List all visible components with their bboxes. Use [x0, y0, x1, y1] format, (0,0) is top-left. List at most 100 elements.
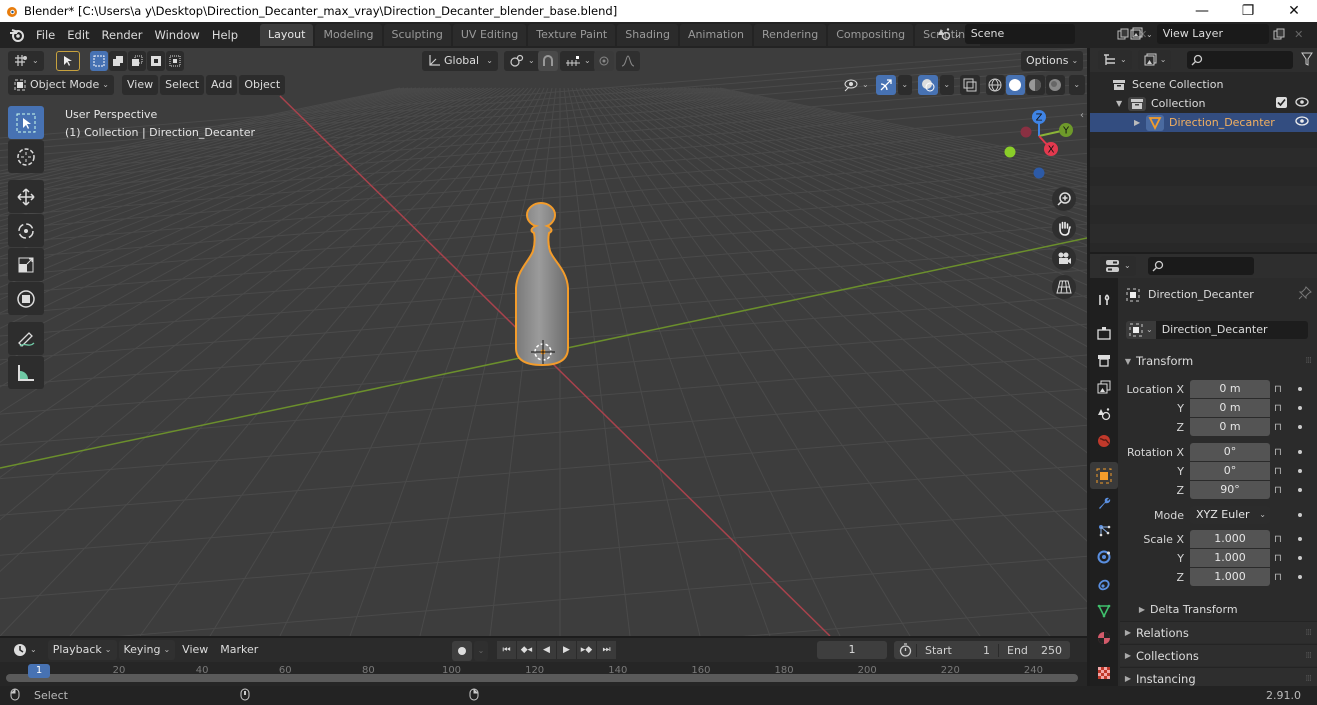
- tab-compositing[interactable]: Compositing: [828, 24, 914, 46]
- new-view-layer-icon[interactable]: [1269, 24, 1289, 44]
- perspective-toggle-button[interactable]: [1052, 275, 1076, 299]
- proportional-falloff-dropdown[interactable]: [616, 51, 640, 71]
- object-browse-button[interactable]: ⌄: [1126, 321, 1156, 339]
- menu-render[interactable]: Render: [96, 25, 149, 45]
- start-frame-field[interactable]: Start 1: [916, 643, 998, 657]
- shading-material-button[interactable]: [1025, 75, 1045, 95]
- zoom-view-button[interactable]: [1052, 187, 1076, 211]
- expand-triangle-icon[interactable]: ▶: [1134, 118, 1146, 127]
- gizmo-toggle[interactable]: [875, 75, 896, 95]
- drag-grip-icon[interactable]: ⁞⁞⁞: [1305, 674, 1312, 684]
- view-layer-name-field[interactable]: View Layer: [1156, 24, 1269, 44]
- select-tool-button[interactable]: [55, 51, 80, 71]
- tab-object[interactable]: [1090, 462, 1118, 489]
- delta-transform-subpanel[interactable]: ▶ Delta Transform: [1120, 598, 1317, 620]
- gizmo-neg-x[interactable]: [1020, 126, 1032, 138]
- menu-file[interactable]: File: [30, 25, 61, 45]
- tool-scale[interactable]: [8, 248, 44, 281]
- tool-annotate[interactable]: [8, 322, 44, 355]
- delete-view-layer-icon[interactable]: ✕: [1289, 24, 1309, 44]
- pin-icon[interactable]: [1298, 286, 1312, 303]
- keyframe-dot[interactable]: [1298, 425, 1302, 429]
- chevron-down-icon[interactable]: ⌄: [1146, 30, 1153, 39]
- menu-edit[interactable]: Edit: [61, 25, 95, 45]
- overlays-dropdown[interactable]: ⌄: [939, 75, 954, 95]
- chevron-down-icon[interactable]: ⌄: [954, 30, 961, 39]
- rotation-x-field[interactable]: 0°: [1190, 443, 1270, 461]
- select-subtract-button[interactable]: [127, 51, 146, 71]
- pivot-point-dropdown[interactable]: ⌄: [504, 51, 540, 71]
- timeline-editor-type[interactable]: ⌄: [8, 640, 42, 660]
- collections-panel-header[interactable]: ▶ Collections ⁞⁞⁞: [1120, 644, 1317, 666]
- relations-panel-header[interactable]: ▶ Relations ⁞⁞⁞: [1120, 621, 1317, 643]
- keyframe-dot[interactable]: [1298, 387, 1302, 391]
- tab-rendering[interactable]: Rendering: [754, 24, 827, 46]
- play-button[interactable]: ▶: [557, 641, 576, 659]
- auto-keying-dropdown[interactable]: ⌄: [474, 641, 488, 661]
- rotation-mode-dropdown[interactable]: XYZ Euler ⌄: [1190, 506, 1270, 524]
- tab-modifiers[interactable]: [1090, 489, 1118, 516]
- gizmo-dropdown[interactable]: ⌄: [897, 75, 912, 95]
- display-mode-dropdown[interactable]: ⌄: [1137, 50, 1172, 70]
- lock-icon[interactable]: ⊓: [1274, 553, 1290, 564]
- tab-particles[interactable]: [1090, 516, 1118, 543]
- viewport-menu-object[interactable]: Object: [239, 75, 286, 95]
- 3d-viewport[interactable]: ⌄ Global ⌄ ⌄ ⌄ Options ⌄ Object Mode ⌄ V…: [0, 48, 1087, 636]
- location-z-field[interactable]: 0 m: [1190, 418, 1270, 436]
- keyframe-dot[interactable]: [1298, 513, 1302, 517]
- tool-cursor[interactable]: [8, 140, 44, 173]
- keying-menu[interactable]: Keying ⌄: [118, 640, 176, 660]
- tab-world[interactable]: [1090, 427, 1118, 454]
- shading-dropdown[interactable]: ⌄: [1068, 75, 1085, 95]
- tab-scene[interactable]: [1090, 400, 1118, 427]
- keyframe-dot[interactable]: [1298, 537, 1302, 541]
- outliner-scene-collection[interactable]: Scene Collection: [1090, 75, 1317, 94]
- tab-material[interactable]: [1090, 624, 1118, 651]
- tab-render[interactable]: [1090, 319, 1118, 346]
- playback-menu[interactable]: Playback ⌄: [47, 640, 117, 660]
- scene-name-field[interactable]: Scene: [964, 24, 1075, 44]
- transform-panel-header[interactable]: ▼ Transform ⁞⁞⁞: [1120, 350, 1317, 372]
- shading-solid-button[interactable]: [1005, 75, 1025, 95]
- tab-texture[interactable]: [1090, 659, 1118, 686]
- tab-constraints[interactable]: [1090, 570, 1118, 597]
- scene-icon[interactable]: [934, 24, 954, 44]
- sidebar-toggle-icon[interactable]: ‹: [1080, 110, 1084, 121]
- scale-x-field[interactable]: 1.000: [1190, 530, 1270, 548]
- outliner-object-direction-decanter[interactable]: ▶ Direction_Decanter: [1090, 113, 1317, 132]
- current-frame-field[interactable]: 1: [817, 641, 887, 659]
- decanter-mesh[interactable]: [515, 201, 569, 367]
- stopwatch-icon[interactable]: [894, 643, 916, 657]
- navigation-gizmo[interactable]: Z Y X: [1000, 106, 1085, 196]
- lock-icon[interactable]: ⊓: [1274, 572, 1290, 583]
- eye-icon[interactable]: [1295, 116, 1309, 129]
- lock-icon[interactable]: ⊓: [1274, 534, 1290, 545]
- tab-output[interactable]: [1090, 346, 1118, 373]
- tab-sculpting[interactable]: Sculpting: [383, 24, 451, 46]
- tab-tool[interactable]: [1090, 286, 1118, 313]
- select-new-button[interactable]: [89, 51, 108, 71]
- shading-rendered-button[interactable]: [1045, 75, 1065, 95]
- view-layer-icon[interactable]: [1126, 24, 1146, 44]
- tab-modeling[interactable]: Modeling: [315, 24, 382, 46]
- expand-triangle-icon[interactable]: ▼: [1116, 99, 1128, 108]
- tab-shading[interactable]: Shading: [617, 24, 678, 46]
- tool-move[interactable]: [8, 180, 44, 213]
- visibility-dropdown[interactable]: ⌄: [838, 75, 874, 95]
- camera-view-button[interactable]: [1052, 246, 1076, 270]
- outliner-search-input[interactable]: [1187, 51, 1294, 69]
- rotation-y-field[interactable]: 0°: [1190, 462, 1270, 480]
- object-name-field[interactable]: Direction_Decanter: [1155, 321, 1308, 339]
- viewport-menu-add[interactable]: Add: [206, 75, 238, 95]
- blender-logo-icon[interactable]: [4, 22, 30, 48]
- select-intersect-button[interactable]: [165, 51, 184, 71]
- timeline-ruler[interactable]: 240 220 200 180 160 140 120 100 80 60 40 20 1: [0, 662, 1087, 686]
- scale-z-field[interactable]: 1.000: [1190, 568, 1270, 586]
- gizmo-neg-y[interactable]: [1004, 146, 1016, 158]
- auto-keying-toggle[interactable]: [452, 641, 472, 661]
- pan-view-button[interactable]: [1052, 216, 1076, 240]
- gizmo-neg-z[interactable]: [1033, 167, 1045, 179]
- play-reverse-button[interactable]: ◀: [537, 641, 556, 659]
- viewport-menu-select[interactable]: Select: [160, 75, 205, 95]
- tool-select-box[interactable]: [8, 106, 44, 139]
